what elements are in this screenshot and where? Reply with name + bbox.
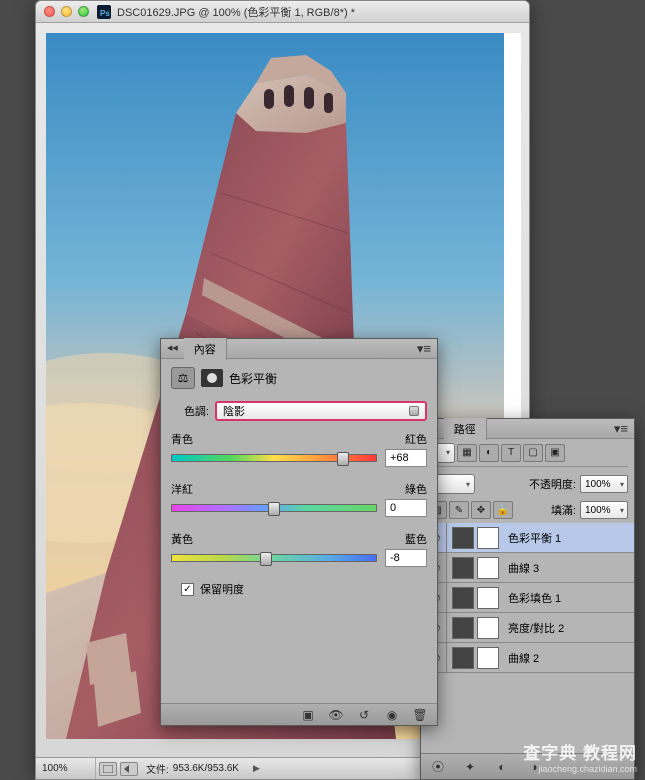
filter-adjustment-icon[interactable]: ◐ <box>479 444 499 462</box>
layer-thumbs <box>447 527 504 549</box>
minimize-window-button[interactable] <box>61 6 72 17</box>
clip-to-layer-icon[interactable]: ▣ <box>297 707 319 723</box>
properties-panel-menu-icon[interactable]: ▾≡ <box>417 341 431 357</box>
adjustment-title: 色彩平衡 <box>229 370 277 387</box>
svg-text:Ps: Ps <box>100 9 110 18</box>
view-previous-icon[interactable]: 👁 <box>325 707 347 723</box>
adjustment-thumb-icon[interactable] <box>452 617 474 639</box>
layers-panel-header[interactable]: ◀◀ 路徑 ▾≡ <box>421 419 634 439</box>
properties-panel-header[interactable]: ◀◀ 內容 ▾≡ <box>161 339 437 359</box>
layer-name-label[interactable]: 色彩填色 1 <box>504 590 561 606</box>
status-nav-button-2[interactable] <box>120 762 138 776</box>
layer-list: 👁色彩平衡 1👁曲線 3👁色彩填色 1👁亮度/對比 2👁曲線 2 <box>421 523 634 673</box>
layer-item[interactable]: 👁色彩平衡 1 <box>421 523 634 553</box>
reset-icon[interactable]: ↺ <box>353 707 375 723</box>
slider-right-label: 紅色 <box>405 431 427 447</box>
filter-type-icon[interactable]: T <box>501 444 521 462</box>
layer-thumbs <box>447 617 504 639</box>
layers-panel: ◀◀ 路徑 ▾≡ ▦ ◐ T ▢ ▣ 不透明度: 100% ▨ ✎ ✥ 🔒 填滿… <box>420 418 635 780</box>
properties-panel-footer: ▣ 👁 ↺ ◉ 🗑 <box>161 703 437 725</box>
adjustment-thumb-icon[interactable] <box>452 557 474 579</box>
color-balance-adjustment-icon[interactable]: ⚖ <box>171 367 195 389</box>
layer-item[interactable]: 👁色彩填色 1 <box>421 583 634 613</box>
layers-panel-menu-icon[interactable]: ▾≡ <box>614 421 628 437</box>
layer-fx-icon[interactable]: ✦ <box>459 759 481 775</box>
zoom-window-button[interactable] <box>78 6 89 17</box>
delete-adjustment-icon[interactable]: 🗑 <box>409 707 431 723</box>
layer-name-label[interactable]: 曲線 3 <box>504 560 539 576</box>
layer-item[interactable]: 👁曲線 3 <box>421 553 634 583</box>
layer-thumbs <box>447 647 504 669</box>
traffic-lights <box>44 6 89 17</box>
fill-field[interactable]: 100% <box>580 501 628 519</box>
color-slider-row: 黃色 藍色 -8 <box>171 531 427 567</box>
photoshop-doc-icon: Ps <box>97 5 111 19</box>
layer-filter-row: ▦ ◐ T ▢ ▣ <box>427 443 628 467</box>
status-disclosure-icon[interactable]: ▶ <box>253 763 260 774</box>
lock-pixels-icon[interactable]: ✎ <box>449 501 469 519</box>
layer-thumbs <box>447 557 504 579</box>
slider-value-field[interactable]: -8 <box>385 549 427 567</box>
slider-left-label: 青色 <box>171 431 193 447</box>
panel-collapse-icon[interactable]: ◀◀ <box>167 346 178 351</box>
properties-panel-tab[interactable]: 內容 <box>184 338 227 360</box>
layer-link-icon[interactable]: ⦿ <box>427 759 449 775</box>
adjustment-thumb-icon[interactable] <box>452 587 474 609</box>
watermark: 查字典 教程网 jiaocheng.chazidian.com <box>523 739 637 774</box>
mask-thumb-icon[interactable] <box>477 617 499 639</box>
tone-select[interactable]: 陰影 <box>215 401 427 421</box>
slider-value-field[interactable]: 0 <box>385 499 427 517</box>
layer-item[interactable]: 👁曲線 2 <box>421 643 634 673</box>
properties-panel-body: ⚖ 色彩平衡 色調: 陰影 青色 紅色 +68 洋紅 綠色 0 黃色 藍色 -8 ✓ 保留明度 <box>161 359 437 605</box>
layer-name-label[interactable]: 曲線 2 <box>504 650 539 666</box>
layer-item[interactable]: 👁亮度/對比 2 <box>421 613 634 643</box>
file-size-readout: 文件: 953.6K/953.6K <box>138 758 247 779</box>
slider-track[interactable] <box>171 504 377 512</box>
filter-pixel-icon[interactable]: ▦ <box>457 444 477 462</box>
toggle-visibility-icon[interactable]: ◉ <box>381 707 403 723</box>
filter-smart-icon[interactable]: ▣ <box>545 444 565 462</box>
adjustment-thumb-icon[interactable] <box>452 647 474 669</box>
layer-mask-icon[interactable]: ◐ <box>491 759 513 775</box>
opacity-label: 不透明度: <box>529 476 576 492</box>
lock-position-icon[interactable]: ✥ <box>471 501 491 519</box>
color-slider-row: 洋紅 綠色 0 <box>171 481 427 517</box>
layer-mask-thumb-icon[interactable] <box>201 369 223 387</box>
preserve-luminosity-checkbox[interactable]: ✓ <box>181 583 194 596</box>
status-nav-button-1[interactable] <box>99 762 117 776</box>
slider-thumb[interactable] <box>260 552 272 566</box>
mask-thumb-icon[interactable] <box>477 527 499 549</box>
slider-left-label: 黃色 <box>171 531 193 547</box>
mask-thumb-icon[interactable] <box>477 587 499 609</box>
fill-label: 填滿: <box>551 502 576 518</box>
tone-label: 色調: <box>171 403 209 419</box>
properties-panel: ◀◀ 內容 ▾≡ ⚖ 色彩平衡 色調: 陰影 青色 紅色 +68 洋紅 綠色 0 黃色 藍色 -… <box>160 338 438 726</box>
slider-left-label: 洋紅 <box>171 481 193 497</box>
slider-thumb[interactable] <box>268 502 280 516</box>
close-window-button[interactable] <box>44 6 55 17</box>
preserve-luminosity-label: 保留明度 <box>200 581 244 597</box>
slider-value-field[interactable]: +68 <box>385 449 427 467</box>
slider-right-label: 綠色 <box>405 481 427 497</box>
slider-track[interactable] <box>171 454 377 462</box>
layer-name-label[interactable]: 色彩平衡 1 <box>504 530 561 546</box>
zoom-field[interactable]: 100% <box>36 758 96 779</box>
layer-thumbs <box>447 587 504 609</box>
slider-track[interactable] <box>171 554 377 562</box>
window-titlebar[interactable]: Ps DSC01629.JPG @ 100% (色彩平衡 1, RGB/8*) … <box>36 1 529 23</box>
window-title: Ps DSC01629.JPG @ 100% (色彩平衡 1, RGB/8*) … <box>97 4 355 20</box>
layers-panel-tab[interactable]: 路徑 <box>444 418 487 440</box>
adjustment-thumb-icon[interactable] <box>452 527 474 549</box>
opacity-field[interactable]: 100% <box>580 475 628 493</box>
mask-thumb-icon[interactable] <box>477 557 499 579</box>
slider-thumb[interactable] <box>337 452 349 466</box>
slider-right-label: 藍色 <box>405 531 427 547</box>
lock-all-icon[interactable]: 🔒 <box>493 501 513 519</box>
layers-panel-body: ▦ ◐ T ▢ ▣ 不透明度: 100% ▨ ✎ ✥ 🔒 填滿: 100% <box>421 439 634 523</box>
mask-thumb-icon[interactable] <box>477 647 499 669</box>
layer-name-label[interactable]: 亮度/對比 2 <box>504 620 564 636</box>
filter-shape-icon[interactable]: ▢ <box>523 444 543 462</box>
color-slider-row: 青色 紅色 +68 <box>171 431 427 467</box>
